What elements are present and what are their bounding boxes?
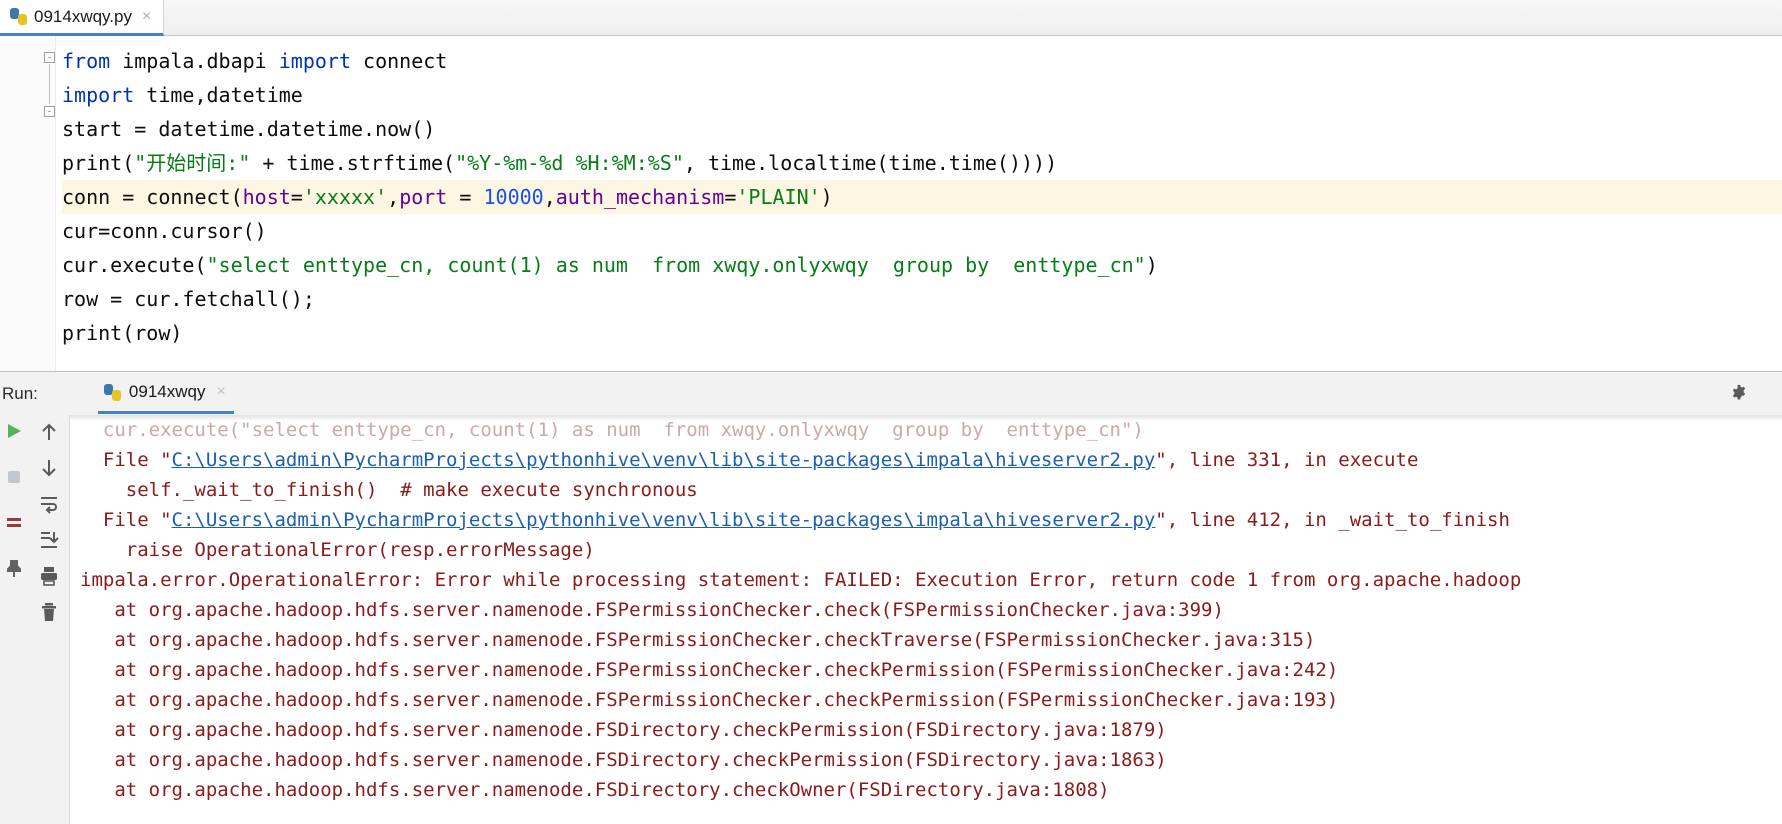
console-line: at org.apache.hadoop.hdfs.server.namenod… (80, 779, 1110, 801)
rerun-failed-icon[interactable] (4, 513, 24, 533)
code-token: import (278, 49, 351, 73)
code-token: 'PLAIN' (736, 185, 821, 209)
console-line: cur.execute("select enttype_cn, count(1)… (80, 419, 1144, 441)
code-token: port (399, 185, 448, 209)
run-window-label: Run: (2, 383, 38, 403)
editor-tabstrip: 0914xwqy.py × (0, 0, 1782, 36)
editor-tab-label: 0914xwqy.py (34, 6, 132, 26)
code-editor[interactable]: - - from impala.dbapi import connect impo… (0, 36, 1782, 371)
code-token: time,datetime (134, 83, 303, 107)
code-content[interactable]: from impala.dbapi import connect import t… (56, 36, 1782, 371)
fold-marker-icon[interactable]: - (44, 106, 55, 117)
code-token: cur=conn.cursor() (62, 219, 267, 243)
code-token: 'xxxxx' (302, 185, 388, 209)
console-output[interactable]: cur.execute("select enttype_cn, count(1)… (70, 415, 1782, 824)
run-icon[interactable] (4, 421, 24, 441)
console-line: at org.apache.hadoop.hdfs.server.namenod… (80, 659, 1339, 681)
code-token: auth_mechanism (555, 185, 725, 209)
console-line: at org.apache.hadoop.hdfs.server.namenod… (80, 719, 1167, 741)
file-path-link[interactable]: C:\Users\admin\PycharmProjects\pythonhiv… (172, 509, 1156, 531)
code-line: start = datetime.datetime.now() (62, 112, 1782, 146)
code-token: ) (820, 185, 833, 209)
console-line: at org.apache.hadoop.hdfs.server.namenod… (80, 599, 1224, 621)
code-token: import (62, 83, 135, 107)
close-icon[interactable]: × (139, 8, 151, 25)
run-actions-column (0, 415, 28, 824)
down-arrow-icon[interactable] (38, 457, 60, 479)
code-token: "%Y-%m-%d %H:%M:%S" (455, 151, 684, 175)
close-icon[interactable]: × (213, 384, 225, 400)
scroll-to-end-icon[interactable] (38, 529, 60, 551)
code-token: = (447, 185, 484, 209)
console-line: at org.apache.hadoop.hdfs.server.namenod… (80, 629, 1316, 651)
code-line: cur=conn.cursor() (62, 214, 1782, 248)
code-token: cur.execute( (62, 253, 207, 277)
fold-marker-icon[interactable]: - (44, 52, 55, 63)
console-line: File "C:\Users\admin\PycharmProjects\pyt… (70, 445, 1782, 475)
run-window-header: Run: 0914xwqy × (0, 372, 1782, 415)
code-token: print( (62, 151, 135, 175)
console-line: at org.apache.hadoop.hdfs.server.namenod… (80, 749, 1167, 771)
code-line: row = cur.fetchall(); (62, 282, 1782, 316)
run-tool-window: Run: 0914xwqy × cur.execute("select entt… (0, 371, 1782, 824)
code-token: ) (1145, 253, 1158, 277)
editor-tab-0914xwqy[interactable]: 0914xwqy.py × (0, 0, 165, 36)
code-line: from impala.dbapi import connect (62, 44, 1782, 78)
code-token: conn = connect( (62, 185, 243, 209)
code-token: connect (351, 49, 448, 73)
soft-wrap-icon[interactable] (38, 493, 60, 515)
code-line: print(row) (62, 316, 1782, 350)
pycharm-window: 0914xwqy.py × - - from impala.dbapi impo… (0, 0, 1782, 824)
console-line: File "C:\Users\admin\PycharmProjects\pyt… (70, 505, 1782, 535)
code-token: start = datetime.datetime.now() (62, 117, 436, 141)
code-line: print("开始时间:" + time.strftime("%Y-%m-%d … (62, 146, 1782, 180)
code-line: import time,datetime (62, 78, 1782, 112)
code-token: "开始时间:" (134, 151, 251, 175)
code-token: impala.dbapi (110, 49, 279, 73)
code-token: from (62, 49, 111, 73)
console-prefix: File " (80, 509, 172, 531)
pin-icon[interactable] (4, 559, 24, 579)
editor-gutter[interactable]: - - (0, 36, 56, 371)
code-token: , (387, 185, 400, 209)
code-token: host (242, 185, 291, 209)
python-file-icon (10, 8, 27, 25)
console-prefix: File " (80, 449, 172, 471)
code-token: , time.localtime(time.time()))) (683, 151, 1058, 175)
console-line: impala.error.OperationalError: Error whi… (80, 569, 1522, 591)
code-line: cur.execute("select enttype_cn, count(1)… (62, 248, 1782, 282)
console-suffix: ", line 412, in _wait_to_finish (1155, 509, 1510, 531)
stop-icon[interactable] (4, 467, 24, 487)
code-token: 10000 (483, 185, 544, 209)
console-line: self._wait_to_finish() # make execute sy… (80, 479, 698, 501)
console-suffix: ", line 331, in execute (1155, 449, 1419, 471)
console-line: at org.apache.hadoop.hdfs.server.namenod… (80, 689, 1339, 711)
console-toolbar (28, 415, 70, 824)
code-line: conn = connect(host='xxxxx',port = 10000… (62, 180, 1782, 214)
trash-icon[interactable] (38, 601, 60, 623)
console-line: raise OperationalError(resp.errorMessage… (80, 539, 595, 561)
run-tab-0914xwqy[interactable]: 0914xwqy × (97, 373, 234, 414)
file-path-link[interactable]: C:\Users\admin\PycharmProjects\pythonhiv… (172, 449, 1156, 471)
gear-icon[interactable] (1728, 383, 1750, 405)
print-icon[interactable] (38, 565, 60, 587)
code-token: row = cur.fetchall(); (62, 287, 315, 311)
code-token: "select enttype_cn, count(1) as num from… (206, 253, 1146, 277)
python-file-icon (103, 383, 121, 401)
code-token: , (543, 185, 556, 209)
code-token: print(row) (62, 321, 183, 345)
code-token: + time.strftime( (250, 151, 456, 175)
run-tab-label: 0914xwqy (128, 382, 206, 401)
code-token: = (290, 185, 303, 209)
up-arrow-icon[interactable] (38, 421, 60, 443)
code-token: = (724, 185, 737, 209)
